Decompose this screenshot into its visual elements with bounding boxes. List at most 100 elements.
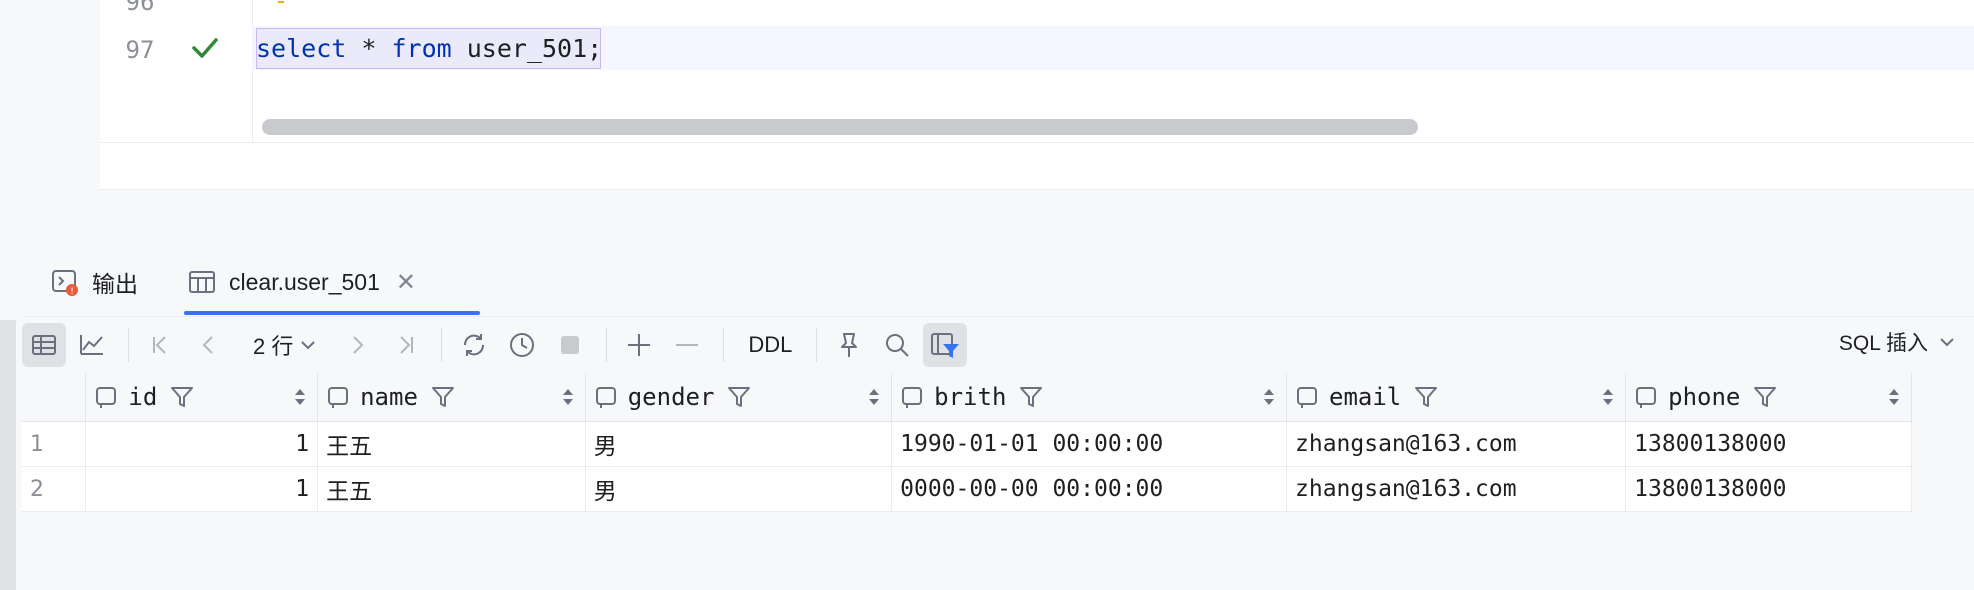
svg-text:!: !: [70, 287, 74, 297]
filter-icon[interactable]: [169, 384, 195, 410]
filter-view-button[interactable]: [923, 323, 968, 367]
filter-icon[interactable]: [430, 384, 456, 410]
column-header-gender[interactable]: gender: [585, 373, 893, 422]
cell-email[interactable]: zhangsan@163.com: [1286, 421, 1627, 467]
close-icon[interactable]: ✕: [396, 268, 416, 297]
chevron-down-icon: [1940, 338, 1954, 347]
stop-button[interactable]: [548, 323, 592, 367]
add-row-button[interactable]: [617, 323, 661, 367]
sort-icon[interactable]: [293, 387, 307, 407]
results-tabs: ! 输出 clear.user_501 ✕: [22, 250, 1974, 317]
previous-page-button[interactable]: [187, 323, 231, 367]
clock-icon: [510, 333, 535, 357]
active-tab-indicator: [184, 311, 480, 315]
column-header-phone[interactable]: phone: [1625, 373, 1912, 422]
delete-row-button[interactable]: [665, 323, 709, 367]
cell-gender[interactable]: 男: [585, 466, 893, 512]
search-icon: [886, 334, 910, 357]
results-grid: id name gender brith email phone 1 1 王五 …: [22, 373, 1912, 512]
cell-email[interactable]: zhangsan@163.com: [1286, 466, 1627, 512]
sort-icon[interactable]: [1601, 387, 1615, 407]
column-icon: [902, 387, 923, 408]
ddl-button[interactable]: DDL: [734, 332, 806, 358]
cell-brith[interactable]: 0000-00-00 00:00:00: [891, 466, 1287, 512]
results-table: id name gender brith email phone 1 1 王五 …: [22, 373, 1912, 512]
sort-icon[interactable]: [1887, 387, 1901, 407]
sql-editor[interactable]: 96 97 select * from user_501;: [0, 0, 1974, 190]
last-page-button[interactable]: [383, 323, 427, 367]
toolbar-separator: [816, 328, 818, 362]
cell-phone[interactable]: 13800138000: [1625, 466, 1912, 512]
cell-id[interactable]: 1: [85, 421, 319, 467]
semicolon: ;: [587, 34, 603, 63]
sql-statement[interactable]: select * from user_501;: [256, 34, 602, 63]
lightbulb-icon[interactable]: [274, 0, 288, 6]
tab-output[interactable]: ! 输出: [50, 250, 138, 314]
refresh-icon: [464, 334, 485, 356]
filter-icon[interactable]: [1018, 384, 1044, 410]
line-number: 96: [125, 0, 155, 16]
column-name: phone: [1668, 383, 1741, 411]
filter-icon[interactable]: [1752, 384, 1778, 410]
keyword-from: from: [391, 34, 452, 63]
filter-table-icon: [931, 333, 960, 358]
cell-phone[interactable]: 13800138000: [1625, 421, 1912, 467]
tab-table-result[interactable]: clear.user_501 ✕: [187, 250, 416, 314]
next-page-button[interactable]: [335, 323, 379, 367]
panel-side-strip: [0, 320, 16, 590]
column-header-name[interactable]: name: [317, 373, 586, 422]
column-header-brith[interactable]: brith: [891, 373, 1287, 422]
chart-icon: [80, 335, 103, 355]
tab-output-label: 输出: [92, 271, 138, 297]
cell-name[interactable]: 王五: [317, 421, 586, 467]
stop-icon: [561, 336, 580, 354]
results-toolbar: 2 行 DDL SQL 插入: [22, 317, 1974, 373]
column-name: id: [128, 383, 158, 411]
column-icon: [1297, 387, 1317, 408]
plus-icon: [628, 334, 651, 356]
last-page-icon: [400, 336, 414, 354]
column-icon: [1636, 387, 1657, 408]
scrollbar-thumb[interactable]: [262, 119, 1418, 135]
minus-icon: [676, 344, 699, 346]
first-page-button[interactable]: [139, 323, 183, 367]
editor-footer: [100, 142, 1974, 190]
keyword-select: select: [256, 34, 347, 63]
filter-icon[interactable]: [1413, 384, 1439, 410]
table-row[interactable]: 2 1 王五 男 0000-00-00 00:00:00 zhangsan@16…: [22, 466, 1912, 512]
row-number[interactable]: 2: [22, 466, 87, 512]
sort-icon[interactable]: [1262, 387, 1276, 407]
star-operator: *: [346, 34, 392, 63]
pin-button[interactable]: [827, 323, 871, 367]
column-name: gender: [627, 383, 715, 411]
table-view-button[interactable]: [22, 323, 66, 367]
table-identifier: user_501: [466, 34, 588, 63]
history-button[interactable]: [500, 323, 544, 367]
rows-count-dropdown[interactable]: 2 行: [253, 329, 317, 361]
column-icon: [96, 387, 117, 408]
refresh-button[interactable]: [452, 323, 496, 367]
row-number[interactable]: 1: [22, 421, 87, 467]
rows-count-label: 2 行: [253, 334, 294, 359]
column-name: name: [360, 383, 418, 411]
sort-icon[interactable]: [867, 387, 881, 407]
toolbar-separator: [723, 328, 725, 362]
chart-view-button[interactable]: [70, 323, 114, 367]
header-row: id name gender brith email phone: [22, 373, 1912, 422]
filter-icon[interactable]: [726, 384, 752, 410]
table-row[interactable]: 1 1 王五 男 1990-01-01 00:00:00 zhangsan@16…: [22, 421, 1912, 467]
table-view-icon: [32, 335, 56, 355]
search-button[interactable]: [875, 323, 919, 367]
chevron-left-icon: [202, 336, 213, 354]
check-icon: [192, 38, 218, 58]
column-header-id[interactable]: id: [85, 373, 319, 422]
export-format-dropdown[interactable]: SQL 插入: [1839, 327, 1956, 357]
column-header-email[interactable]: email: [1286, 373, 1627, 422]
sort-icon[interactable]: [561, 387, 575, 407]
tab-table-label: clear.user_501: [229, 268, 380, 295]
cell-name[interactable]: 王五: [317, 466, 586, 512]
cell-gender[interactable]: 男: [585, 421, 893, 467]
cell-brith[interactable]: 1990-01-01 00:00:00: [891, 421, 1287, 467]
cell-id[interactable]: 1: [85, 466, 319, 512]
